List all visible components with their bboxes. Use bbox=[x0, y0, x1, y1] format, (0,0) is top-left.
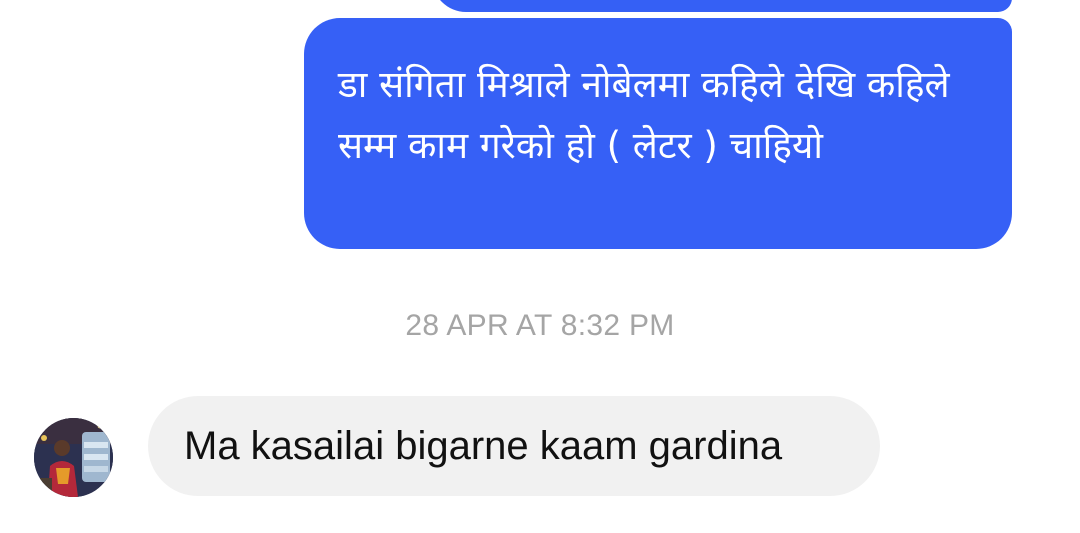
previous-sent-message-bubble[interactable] bbox=[432, 0, 1012, 12]
message-thread: डा संगिता मिश्राले नोबेलमा कहिले देखि कह… bbox=[0, 0, 1080, 533]
contact-avatar[interactable] bbox=[34, 418, 113, 497]
sent-message-bubble[interactable]: डा संगिता मिश्राले नोबेलमा कहिले देखि कह… bbox=[304, 18, 1012, 249]
received-message-bubble[interactable]: Ma kasailai bigarne kaam gardina bbox=[148, 396, 880, 496]
contact-avatar-photo-icon bbox=[34, 418, 113, 497]
sent-message-text: डा संगिता मिश्राले नोबेलमा कहिले देखि कह… bbox=[338, 63, 950, 167]
message-timestamp: 28 APR AT 8:32 PM bbox=[405, 309, 675, 342]
received-message-text: Ma kasailai bigarne kaam gardina bbox=[184, 423, 783, 468]
